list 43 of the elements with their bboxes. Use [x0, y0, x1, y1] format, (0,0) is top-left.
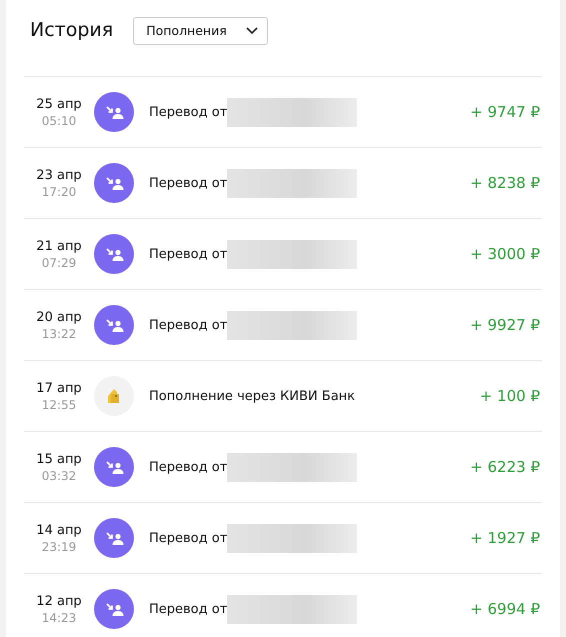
incoming-transfer-icon: [94, 163, 134, 203]
operation-amount: + 3000 ₽: [470, 245, 541, 263]
chevron-down-icon: [246, 26, 258, 34]
operation-date: 17 апр: [36, 380, 82, 396]
operation-amount: + 1927 ₽: [470, 529, 541, 547]
operation-amount: + 8238 ₽: [470, 174, 541, 192]
operation-description: Пополнение через КИВИ Банк: [149, 388, 356, 404]
operation-amount: + 6223 ₽: [470, 458, 541, 476]
operation-description: Перевод от: [149, 246, 228, 262]
incoming-transfer-icon: [94, 305, 134, 345]
operation-time: 03:32: [42, 468, 76, 482]
operation-date: 25 апр: [36, 96, 82, 112]
incoming-transfer-icon: [94, 447, 134, 487]
operation-date: 15 апр: [36, 452, 82, 466]
incoming-transfer-icon: [94, 234, 134, 274]
operation-time: 05:10: [42, 114, 76, 128]
operation-amount: + 6994 ₽: [470, 600, 541, 618]
operation-time: 23:19: [42, 540, 76, 554]
operation-time: 07:29: [42, 256, 76, 270]
operation-date: 23 апр: [36, 168, 82, 182]
operation-date: 20 апр: [36, 310, 82, 324]
operation-description: Перевод от: [149, 318, 228, 332]
operation-amount: + 9747 ₽: [470, 103, 541, 121]
filter-dropdown[interactable]: Пополнения: [133, 16, 268, 44]
page-title: История: [30, 18, 114, 40]
operation-description: Перевод от: [149, 530, 228, 546]
operation-time: 12:55: [42, 398, 76, 412]
operation-date: 12 апр: [36, 594, 82, 608]
operation-description: Перевод от: [149, 176, 228, 190]
operation-date: 14 апр: [36, 522, 82, 538]
operation-description: Перевод от: [149, 104, 228, 120]
operation-description: Перевод от: [149, 460, 228, 474]
incoming-transfer-icon: [94, 92, 134, 132]
operation-date: 21 апр: [36, 238, 82, 254]
wallet-icon: [94, 376, 134, 416]
operation-description: Перевод от: [149, 602, 228, 616]
operation-time: 17:20: [42, 184, 76, 198]
incoming-transfer-icon: [94, 518, 134, 558]
operation-time: 14:23: [42, 610, 76, 624]
operation-amount: + 100 ₽: [480, 387, 541, 405]
operation-time: 13:22: [42, 326, 76, 340]
incoming-transfer-icon: [94, 589, 134, 629]
operation-amount: + 9927 ₽: [470, 316, 541, 334]
